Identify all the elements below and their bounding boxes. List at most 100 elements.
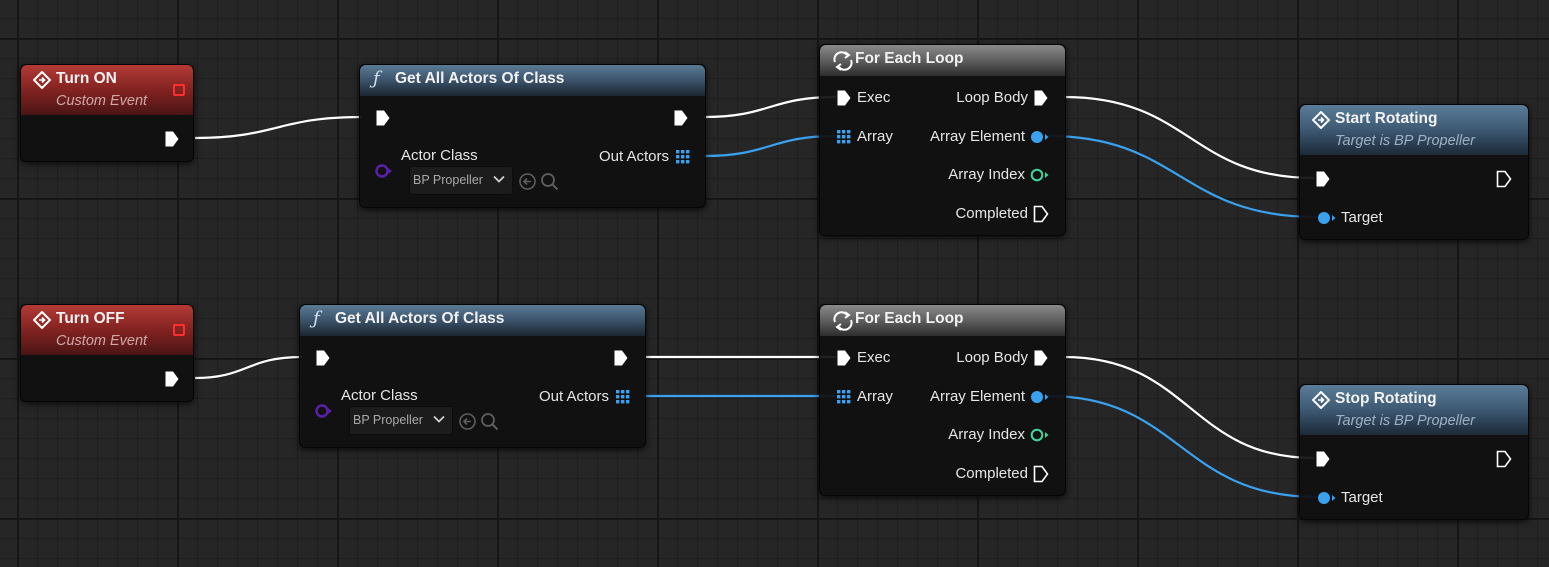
- node-subtitle: Custom Event: [56, 333, 148, 349]
- actor-class-dropdown[interactable]: BP Propeller: [349, 406, 453, 435]
- node-subtitle: Custom Event: [56, 93, 148, 109]
- exec-wire: [1063, 95, 1315, 180]
- exec-out-pin-empty[interactable]: [1496, 450, 1512, 468]
- exec-wire: [194, 355, 303, 380]
- out-actors-label: Out Actors: [538, 388, 609, 405]
- object-dot-pin[interactable]: [1317, 491, 1337, 505]
- node-header: ƒ Get All Actors Of Class: [360, 65, 705, 96]
- node-header: For Each Loop: [820, 45, 1065, 76]
- exec-in-pin[interactable]: [836, 349, 852, 367]
- array-index-label: Array Index: [948, 426, 1025, 443]
- node-title: Turn OFF: [56, 310, 125, 327]
- class-ring-pin[interactable]: [314, 403, 334, 419]
- array-grid-pin[interactable]: [837, 130, 851, 144]
- exec-out-pin-empty[interactable]: [1033, 205, 1049, 223]
- macro-node-for-each-loop-2[interactable]: For Each Loop Exec Array Loop Body Array…: [819, 304, 1066, 496]
- search-icon[interactable]: [480, 412, 499, 431]
- exec-out-pin[interactable]: [164, 130, 180, 148]
- delegate-pin[interactable]: [173, 324, 185, 336]
- event-diamond-icon: [1312, 391, 1330, 409]
- function-node-get-all-actors-1[interactable]: ƒ Get All Actors Of Class Actor Class BP…: [359, 64, 706, 208]
- node-title: Turn ON: [56, 70, 117, 87]
- completed-label: Completed: [955, 205, 1028, 222]
- macro-node-for-each-loop-1[interactable]: For Each Loop Exec Array Loop Body Array…: [819, 44, 1066, 236]
- dropdown-value: BP Propeller: [413, 173, 483, 187]
- exec-wire: [194, 115, 363, 140]
- target-label: Target: [1341, 489, 1383, 506]
- exec-in-pin[interactable]: [1315, 450, 1331, 468]
- exec-wire: [703, 95, 837, 119]
- loop-arrows-icon: [833, 51, 853, 71]
- reset-arrow-icon[interactable]: [518, 172, 537, 191]
- array-element-label: Array Element: [929, 128, 1025, 145]
- function-f-icon: ƒ: [313, 308, 320, 329]
- exec-out-pin-empty[interactable]: [1033, 465, 1049, 483]
- node-title: Stop Rotating: [1335, 390, 1437, 407]
- node-title: Get All Actors Of Class: [395, 70, 565, 87]
- chevron-down-icon: [493, 175, 505, 183]
- loop-body-label: Loop Body: [956, 349, 1028, 366]
- node-header: Start Rotating Target is BP Propeller: [1300, 105, 1528, 155]
- function-node-get-all-actors-2[interactable]: ƒ Get All Actors Of Class Actor Class BP…: [299, 304, 646, 448]
- object-wire: [703, 134, 837, 158]
- exec-in-pin[interactable]: [315, 349, 331, 367]
- exec-in-pin[interactable]: [1315, 170, 1331, 188]
- object-wire: [1047, 394, 1318, 499]
- delegate-pin[interactable]: [173, 84, 185, 96]
- exec-out-pin-empty[interactable]: [1496, 170, 1512, 188]
- search-icon[interactable]: [540, 172, 559, 191]
- exec-label: Exec: [857, 89, 891, 106]
- dropdown-value: BP Propeller: [353, 413, 423, 427]
- array-index-label: Array Index: [948, 166, 1025, 183]
- node-title: For Each Loop: [855, 310, 964, 327]
- out-actors-label: Out Actors: [598, 148, 669, 165]
- actor-class-label: Actor Class: [401, 147, 478, 164]
- event-diamond-icon: [33, 311, 51, 329]
- integer-ring-pin[interactable]: [1030, 428, 1050, 442]
- actor-class-label: Actor Class: [341, 387, 418, 404]
- exec-out-pin[interactable]: [164, 370, 180, 388]
- chevron-down-icon: [433, 415, 445, 423]
- object-dot-pin[interactable]: [1030, 130, 1050, 144]
- reset-arrow-icon[interactable]: [458, 412, 477, 431]
- node-title: For Each Loop: [855, 50, 964, 67]
- exec-out-pin[interactable]: [1033, 89, 1049, 107]
- exec-in-pin[interactable]: [375, 109, 391, 127]
- loop-body-label: Loop Body: [956, 89, 1028, 106]
- exec-wire: [1063, 355, 1315, 460]
- exec-out-pin[interactable]: [1033, 349, 1049, 367]
- loop-arrows-icon: [833, 311, 853, 331]
- node-header: ƒ Get All Actors Of Class: [300, 305, 645, 336]
- array-element-label: Array Element: [929, 388, 1025, 405]
- event-diamond-icon: [1312, 111, 1330, 129]
- exec-in-pin[interactable]: [836, 89, 852, 107]
- object-wire: [1047, 134, 1318, 219]
- node-subtitle: Target is BP Propeller: [1335, 133, 1475, 149]
- function-f-icon: ƒ: [373, 68, 380, 89]
- array-label: Array: [857, 388, 893, 405]
- object-dot-pin[interactable]: [1317, 211, 1337, 225]
- array-label: Array: [857, 128, 893, 145]
- node-title: Get All Actors Of Class: [335, 310, 505, 327]
- array-grid-pin[interactable]: [837, 390, 851, 404]
- function-node-start-rotating[interactable]: Start Rotating Target is BP Propeller Ta…: [1299, 104, 1529, 240]
- event-node-turn-on[interactable]: Turn ON Custom Event: [20, 64, 194, 162]
- event-diamond-icon: [33, 71, 51, 89]
- completed-label: Completed: [955, 465, 1028, 482]
- array-grid-pin[interactable]: [616, 390, 630, 404]
- function-node-stop-rotating[interactable]: Stop Rotating Target is BP Propeller Tar…: [1299, 384, 1529, 520]
- node-subtitle: Target is BP Propeller: [1335, 413, 1475, 429]
- integer-ring-pin[interactable]: [1030, 168, 1050, 182]
- exec-label: Exec: [857, 349, 891, 366]
- node-header: Turn ON Custom Event: [21, 65, 193, 115]
- class-ring-pin[interactable]: [374, 163, 394, 179]
- array-grid-pin[interactable]: [676, 150, 690, 164]
- node-header: Turn OFF Custom Event: [21, 305, 193, 355]
- node-header: For Each Loop: [820, 305, 1065, 336]
- actor-class-dropdown[interactable]: BP Propeller: [409, 166, 513, 195]
- exec-out-pin[interactable]: [673, 109, 689, 127]
- exec-out-pin[interactable]: [613, 349, 629, 367]
- node-header: Stop Rotating Target is BP Propeller: [1300, 385, 1528, 435]
- event-node-turn-off[interactable]: Turn OFF Custom Event: [20, 304, 194, 402]
- object-dot-pin[interactable]: [1030, 390, 1050, 404]
